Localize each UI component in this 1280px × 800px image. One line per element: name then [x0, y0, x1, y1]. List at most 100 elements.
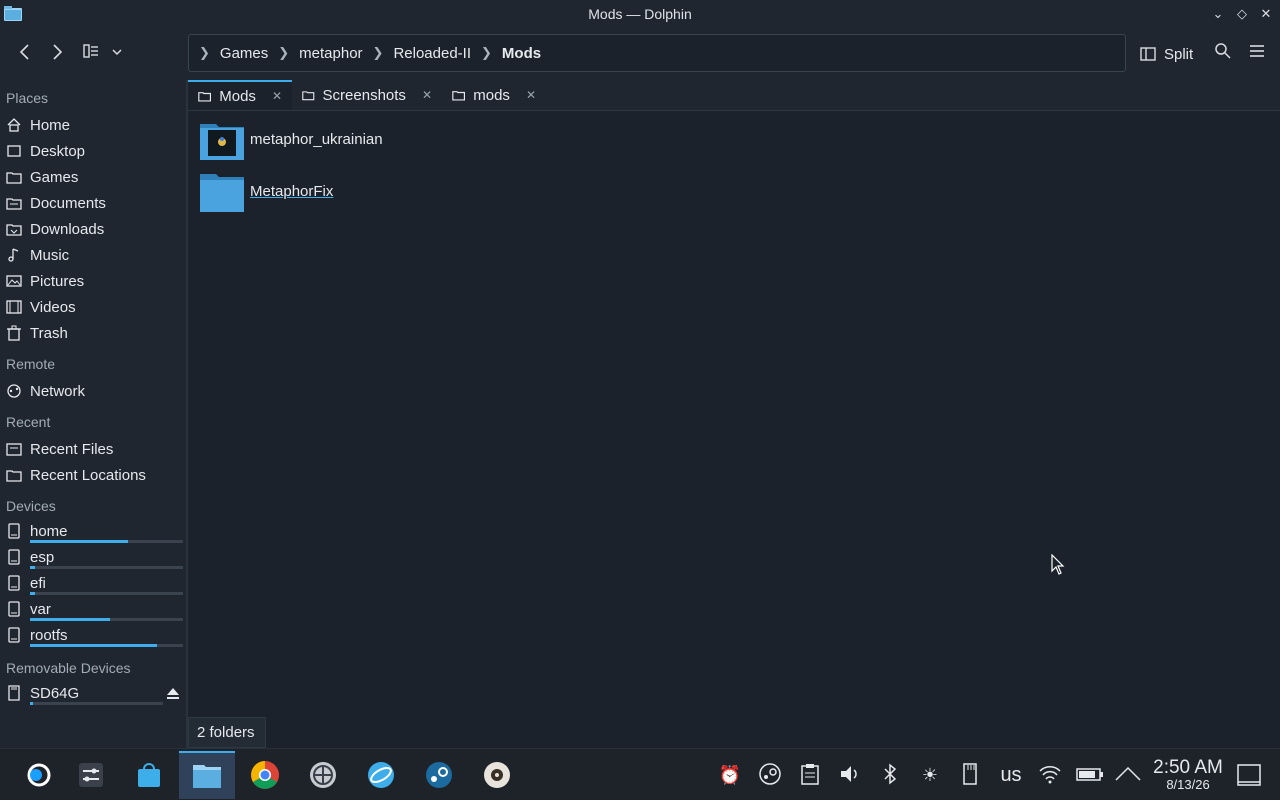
breadcrumb-reloaded[interactable]: Reloaded-II	[393, 45, 471, 62]
sidebar-item-recent-locations[interactable]: Recent Locations	[6, 463, 182, 487]
show-desktop-icon[interactable]	[1236, 763, 1262, 787]
folder-icon	[198, 92, 212, 102]
places-panel: Places Home Desktop Games Documents Down…	[0, 80, 186, 748]
file-name: MetaphorFix	[250, 182, 334, 200]
tab-mods[interactable]: Mods ✕	[188, 80, 292, 110]
view-mode-icon[interactable]	[80, 42, 102, 66]
steam-tray-icon[interactable]	[758, 763, 782, 787]
search-icon[interactable]	[1212, 42, 1234, 66]
chrome-browser-icon[interactable]	[238, 751, 292, 799]
device-usage-bar	[30, 540, 183, 543]
steam-icon[interactable]	[412, 751, 466, 799]
hamburger-menu-icon[interactable]	[1246, 42, 1268, 66]
sidebar-item-home[interactable]: Home	[6, 113, 182, 137]
clipboard-icon[interactable]	[798, 763, 822, 787]
file-item[interactable]: metaphor_ukrainian	[200, 116, 383, 162]
sidebar-item-recent-files[interactable]: Recent Files	[6, 437, 182, 461]
status-bar: 2 folders	[188, 717, 266, 748]
view-options-chevron-icon[interactable]	[108, 42, 126, 66]
volume-icon[interactable]	[838, 763, 862, 787]
sidebar-item-label: Recent Locations	[30, 466, 146, 484]
sidebar-item-pictures[interactable]: Pictures	[6, 269, 182, 293]
file-item[interactable]: MetaphorFix	[200, 168, 333, 214]
file-name: metaphor_ukrainian	[250, 130, 383, 148]
sidebar-item-label: Pictures	[30, 272, 85, 290]
media-app-icon[interactable]	[470, 751, 524, 799]
breadcrumb[interactable]: ❯ Games ❯ metaphor ❯ Reloaded-II ❯ Mods	[188, 34, 1126, 72]
battery-icon[interactable]	[1076, 763, 1104, 787]
sidebar-item-label: esp	[30, 548, 55, 566]
maximize-icon[interactable]: ◇	[1234, 6, 1250, 22]
wifi-icon[interactable]	[1038, 763, 1062, 787]
breadcrumb-separator-icon: ❯	[372, 45, 384, 60]
breadcrumb-mods[interactable]: Mods	[502, 45, 541, 62]
eject-icon[interactable]	[166, 686, 180, 700]
close-tab-icon[interactable]: ✕	[526, 88, 536, 102]
close-icon[interactable]: ✕	[1258, 6, 1274, 22]
sidebar-item-downloads[interactable]: Downloads	[6, 217, 182, 241]
music-icon	[8, 248, 19, 262]
tab-bar: Mods ✕ Screenshots ✕ mods ✕	[188, 80, 1280, 111]
sidebar-item-label: Recent Files	[30, 440, 114, 458]
application-launcher-icon[interactable]	[12, 751, 66, 799]
wheel-app-icon[interactable]	[296, 751, 350, 799]
brightness-icon[interactable]: ☀	[918, 763, 942, 787]
sidebar-item-games[interactable]: Games	[6, 165, 182, 189]
notifications-alarm-icon[interactable]: ⏰	[718, 763, 742, 787]
mouse-cursor-icon	[1051, 554, 1065, 575]
sidebar-item-music[interactable]: Music	[6, 243, 182, 267]
sidebar-item-desktop[interactable]: Desktop	[6, 139, 182, 163]
folder-icon	[302, 91, 315, 101]
network-app-icon[interactable]	[354, 751, 408, 799]
documents-folder-icon	[6, 198, 22, 210]
bluetooth-icon[interactable]	[878, 763, 902, 787]
minimize-icon[interactable]: ⌄	[1210, 6, 1226, 22]
clock-time[interactable]: 2:50 AM	[1150, 757, 1226, 779]
window-title: Mods — Dolphin	[588, 6, 692, 22]
clock-date[interactable]: 8/13/26	[1150, 777, 1226, 792]
show-hidden-icons-chevron-icon[interactable]	[1114, 763, 1142, 787]
sidebar-item-videos[interactable]: Videos	[6, 295, 182, 319]
sidebar-item-trash[interactable]: Trash	[6, 321, 182, 345]
forward-icon[interactable]	[46, 42, 68, 66]
recent-locations-icon	[6, 470, 22, 482]
sidebar-item-label: home	[30, 522, 68, 540]
breadcrumb-metaphor[interactable]: metaphor	[299, 45, 362, 62]
taskbar: ⏰ ☀ us	[0, 748, 1280, 800]
close-tab-icon[interactable]: ✕	[422, 88, 432, 102]
device-usage-bar	[30, 592, 183, 595]
tab-label: mods	[473, 86, 510, 104]
keyboard-layout-indicator[interactable]: us	[996, 763, 1026, 787]
sidebar-item-label: Trash	[30, 324, 68, 342]
folder-icon	[452, 91, 466, 101]
sidebar-item-documents[interactable]: Documents	[6, 191, 182, 215]
recent-files-icon	[6, 443, 22, 456]
folder-icon	[200, 174, 244, 212]
drive-icon	[8, 549, 20, 565]
dolphin-file-manager-icon[interactable]	[179, 751, 235, 799]
sidebar-item-label: rootfs	[30, 626, 68, 644]
sidebar-item-label: SD64G	[30, 684, 80, 702]
sd64g-usage-bar	[30, 702, 163, 705]
sd-card-tray-icon[interactable]	[958, 763, 982, 787]
back-icon[interactable]	[14, 42, 36, 66]
remote-header: Remote	[6, 356, 56, 372]
tab-mods-lowercase[interactable]: mods ✕	[442, 80, 546, 110]
split-button[interactable]: Split	[1140, 41, 1193, 67]
sidebar-item-label: Videos	[30, 298, 76, 316]
tab-screenshots[interactable]: Screenshots ✕	[292, 80, 442, 110]
sidebar-item-label: Downloads	[30, 220, 105, 238]
breadcrumb-root-chevron-icon[interactable]: ❯	[199, 45, 210, 61]
discover-store-icon[interactable]	[122, 751, 176, 799]
file-view[interactable]: metaphor_ukrainian MetaphorFix	[188, 111, 1280, 717]
breadcrumb-games[interactable]: Games	[220, 45, 268, 62]
breadcrumb-separator-icon: ❯	[481, 45, 492, 60]
close-tab-icon[interactable]: ✕	[272, 89, 282, 103]
device-usage-bar	[30, 618, 183, 621]
system-settings-icon[interactable]	[64, 751, 118, 799]
sd-card-icon	[8, 685, 20, 701]
sidebar-item-network[interactable]: Network	[6, 379, 182, 403]
sidebar-item-label: Documents	[30, 194, 106, 212]
toolbar: ❯ Games ❯ metaphor ❯ Reloaded-II ❯ Mods …	[0, 28, 1280, 80]
sidebar-item-label: Network	[30, 382, 86, 400]
